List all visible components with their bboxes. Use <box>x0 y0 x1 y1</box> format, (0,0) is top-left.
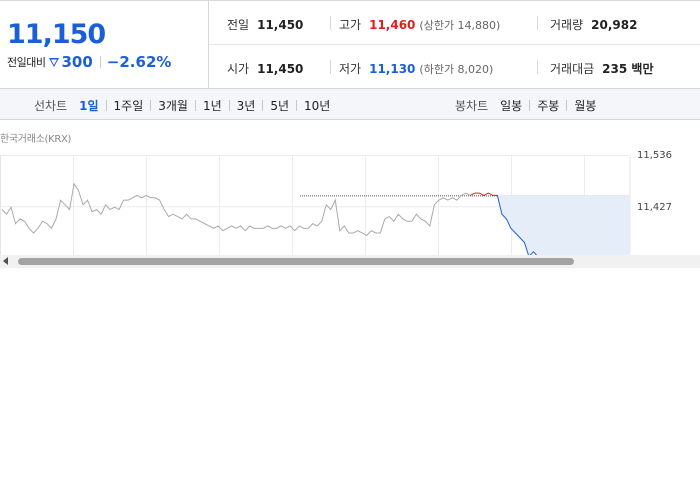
chart-horizontal-scrollbar[interactable] <box>0 255 700 268</box>
stats-row-2: 시가 11,450 저가 11,130 (하한가 8,020) 거래대금 235 백만 <box>209 45 700 89</box>
stat-value: 11,450 <box>257 62 304 76</box>
tab-weekly-candle[interactable]: 주봉 <box>537 97 559 114</box>
intraday-price-chart: 11,536 11,427 <box>0 145 700 257</box>
divider <box>330 60 331 74</box>
down-triangle-icon <box>49 57 60 67</box>
y-tick-label: 11,536 <box>637 150 672 161</box>
decline-fill-area <box>497 195 630 257</box>
stat-label: 저가 <box>339 62 362 76</box>
lower-limit: (하한가 8,020) <box>419 63 494 76</box>
stat-label: 고가 <box>339 18 362 32</box>
stats-row-1: 전일 11,450 고가 11,460 (상한가 14,880) 거래량 20,982 <box>209 1 700 45</box>
stat-value: 11,450 <box>257 18 304 32</box>
stat-label: 거래량 <box>550 18 584 32</box>
stock-quote-panel: 11,150 전일대비 300 −2.62% 전일 11,450 고가 11,460… <box>0 0 700 89</box>
change-amount: 300 <box>61 53 93 71</box>
scrollbar-thumb[interactable] <box>18 258 574 265</box>
tab-daily-candle[interactable]: 일봉 <box>500 97 522 114</box>
divider <box>99 56 101 68</box>
divider <box>262 100 264 111</box>
upper-limit: (상한가 14,880) <box>419 19 501 32</box>
quote-stats: 전일 11,450 고가 11,460 (상한가 14,880) 거래량 20,982 … <box>209 1 700 89</box>
stat-value: 11,460 <box>369 18 416 32</box>
price-line-up <box>470 192 498 196</box>
change-label: 전일대비 <box>7 56 46 69</box>
stat-value: 235 백만 <box>602 62 654 76</box>
stat-label: 시가 <box>227 62 250 76</box>
divider <box>296 100 298 111</box>
price-line-flat <box>1 182 471 236</box>
tab-5year[interactable]: 5년 <box>270 97 289 114</box>
divider <box>537 16 538 30</box>
divider <box>537 60 538 74</box>
stat-value: 11,130 <box>369 62 416 76</box>
tab-3year[interactable]: 3년 <box>237 97 256 114</box>
stat-label: 전일 <box>227 18 250 32</box>
scroll-left-arrow-icon[interactable] <box>3 257 8 265</box>
line-chart-tabs: 선차트 1일 1주일 3개월 1년 3년 5년 10년 <box>34 97 330 114</box>
stat-volume: 거래량 20,982 <box>550 16 637 33</box>
divider <box>566 100 568 111</box>
tab-10year[interactable]: 10년 <box>304 97 330 114</box>
change-percent: −2.62% <box>106 53 172 71</box>
divider <box>150 100 152 111</box>
stat-prev-close: 전일 11,450 <box>227 16 303 33</box>
candle-chart-label: 봉차트 <box>455 99 489 113</box>
current-price-block: 11,150 전일대비 300 −2.62% <box>0 1 209 89</box>
divider <box>529 100 531 111</box>
tab-3month[interactable]: 3개월 <box>158 97 188 114</box>
stat-value: 20,982 <box>591 18 638 32</box>
current-price: 11,150 <box>7 19 106 50</box>
price-change: 전일대비 300 −2.62% <box>7 53 171 71</box>
candle-chart-tabs: 봉차트 일봉 주봉 월봉 <box>455 97 596 114</box>
stat-label: 거래대금 <box>550 62 595 76</box>
tab-1year[interactable]: 1년 <box>203 97 222 114</box>
divider <box>330 16 331 30</box>
line-chart-label: 선차트 <box>34 99 68 113</box>
chart-tabs-bar: 선차트 1일 1주일 3개월 1년 3년 5년 10년 봉차트 일봉 주봉 월봉 <box>0 89 700 120</box>
y-tick-label: 11,427 <box>637 202 672 213</box>
tab-1week[interactable]: 1주일 <box>114 97 144 114</box>
tab-monthly-candle[interactable]: 월봉 <box>574 97 596 114</box>
stat-open: 시가 11,450 <box>227 60 303 77</box>
divider <box>228 100 230 111</box>
data-source-label: 한국거래소(KRX) <box>0 134 72 145</box>
tab-1day[interactable]: 1일 <box>79 97 98 114</box>
stat-low: 저가 11,130 (하한가 8,020) <box>339 60 493 77</box>
stat-trade-amount: 거래대금 235 백만 <box>550 60 653 77</box>
divider <box>105 100 107 111</box>
divider <box>194 100 196 111</box>
stat-high: 고가 11,460 (상한가 14,880) <box>339 16 500 33</box>
price-chart-svg <box>0 155 631 257</box>
